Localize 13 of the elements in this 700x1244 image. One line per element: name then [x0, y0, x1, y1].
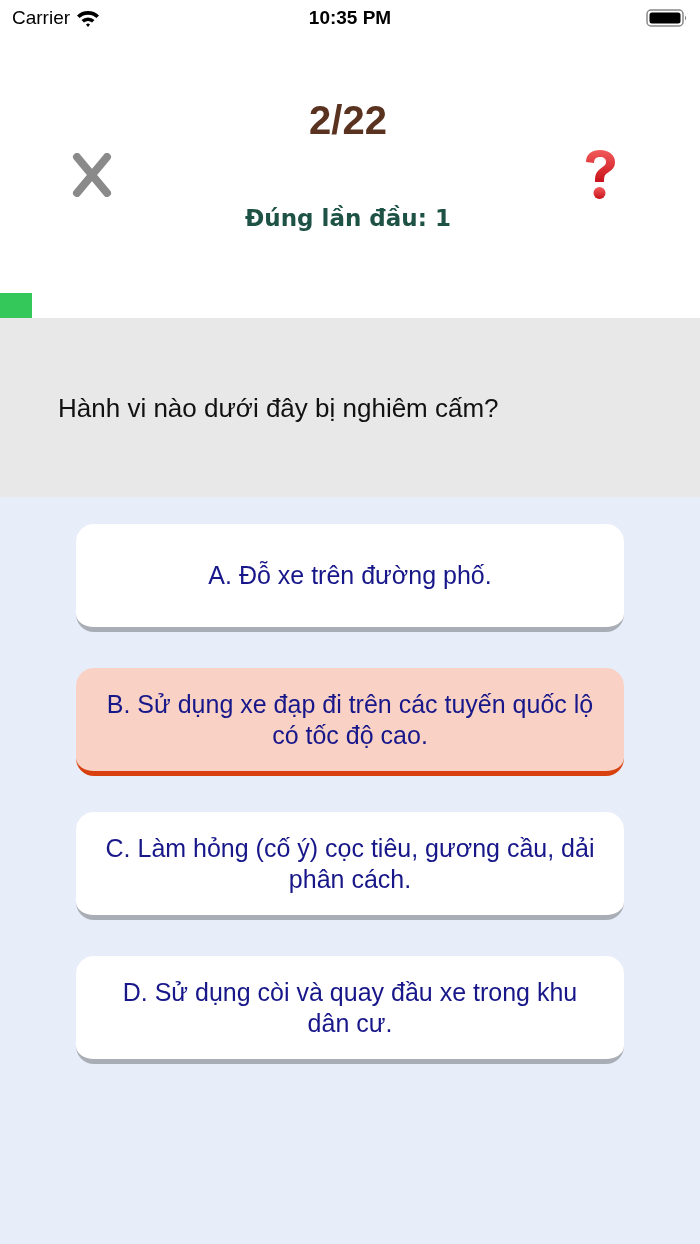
answer-option[interactable]: A. Đỗ xe trên đường phố.: [76, 524, 624, 632]
answer-option[interactable]: B. Sử dụng xe đạp đi trên các tuyến quốc lộ có tốc độ cao.: [76, 668, 624, 776]
answer-option[interactable]: C. Làm hỏng (cố ý) cọc tiêu, gương cầu, dải phân cách.: [76, 812, 624, 920]
wifi-icon: [76, 9, 101, 27]
carrier-label: Carrier: [12, 7, 71, 29]
close-icon[interactable]: [72, 153, 112, 197]
status-time: 10:35 PM: [308, 7, 392, 29]
help-icon[interactable]: [584, 150, 616, 200]
battery-icon: [646, 8, 688, 28]
answer-option[interactable]: D. Sử dụng còi và quay đầu xe trong khu dân cư.: [76, 956, 624, 1064]
first-try-correct-count: Đúng lần đầu: 1: [245, 204, 451, 233]
question-text: Hành vi nào dưới đây bị nghiêm cấm?: [58, 391, 499, 424]
question-counter: 2/22: [309, 97, 387, 144]
